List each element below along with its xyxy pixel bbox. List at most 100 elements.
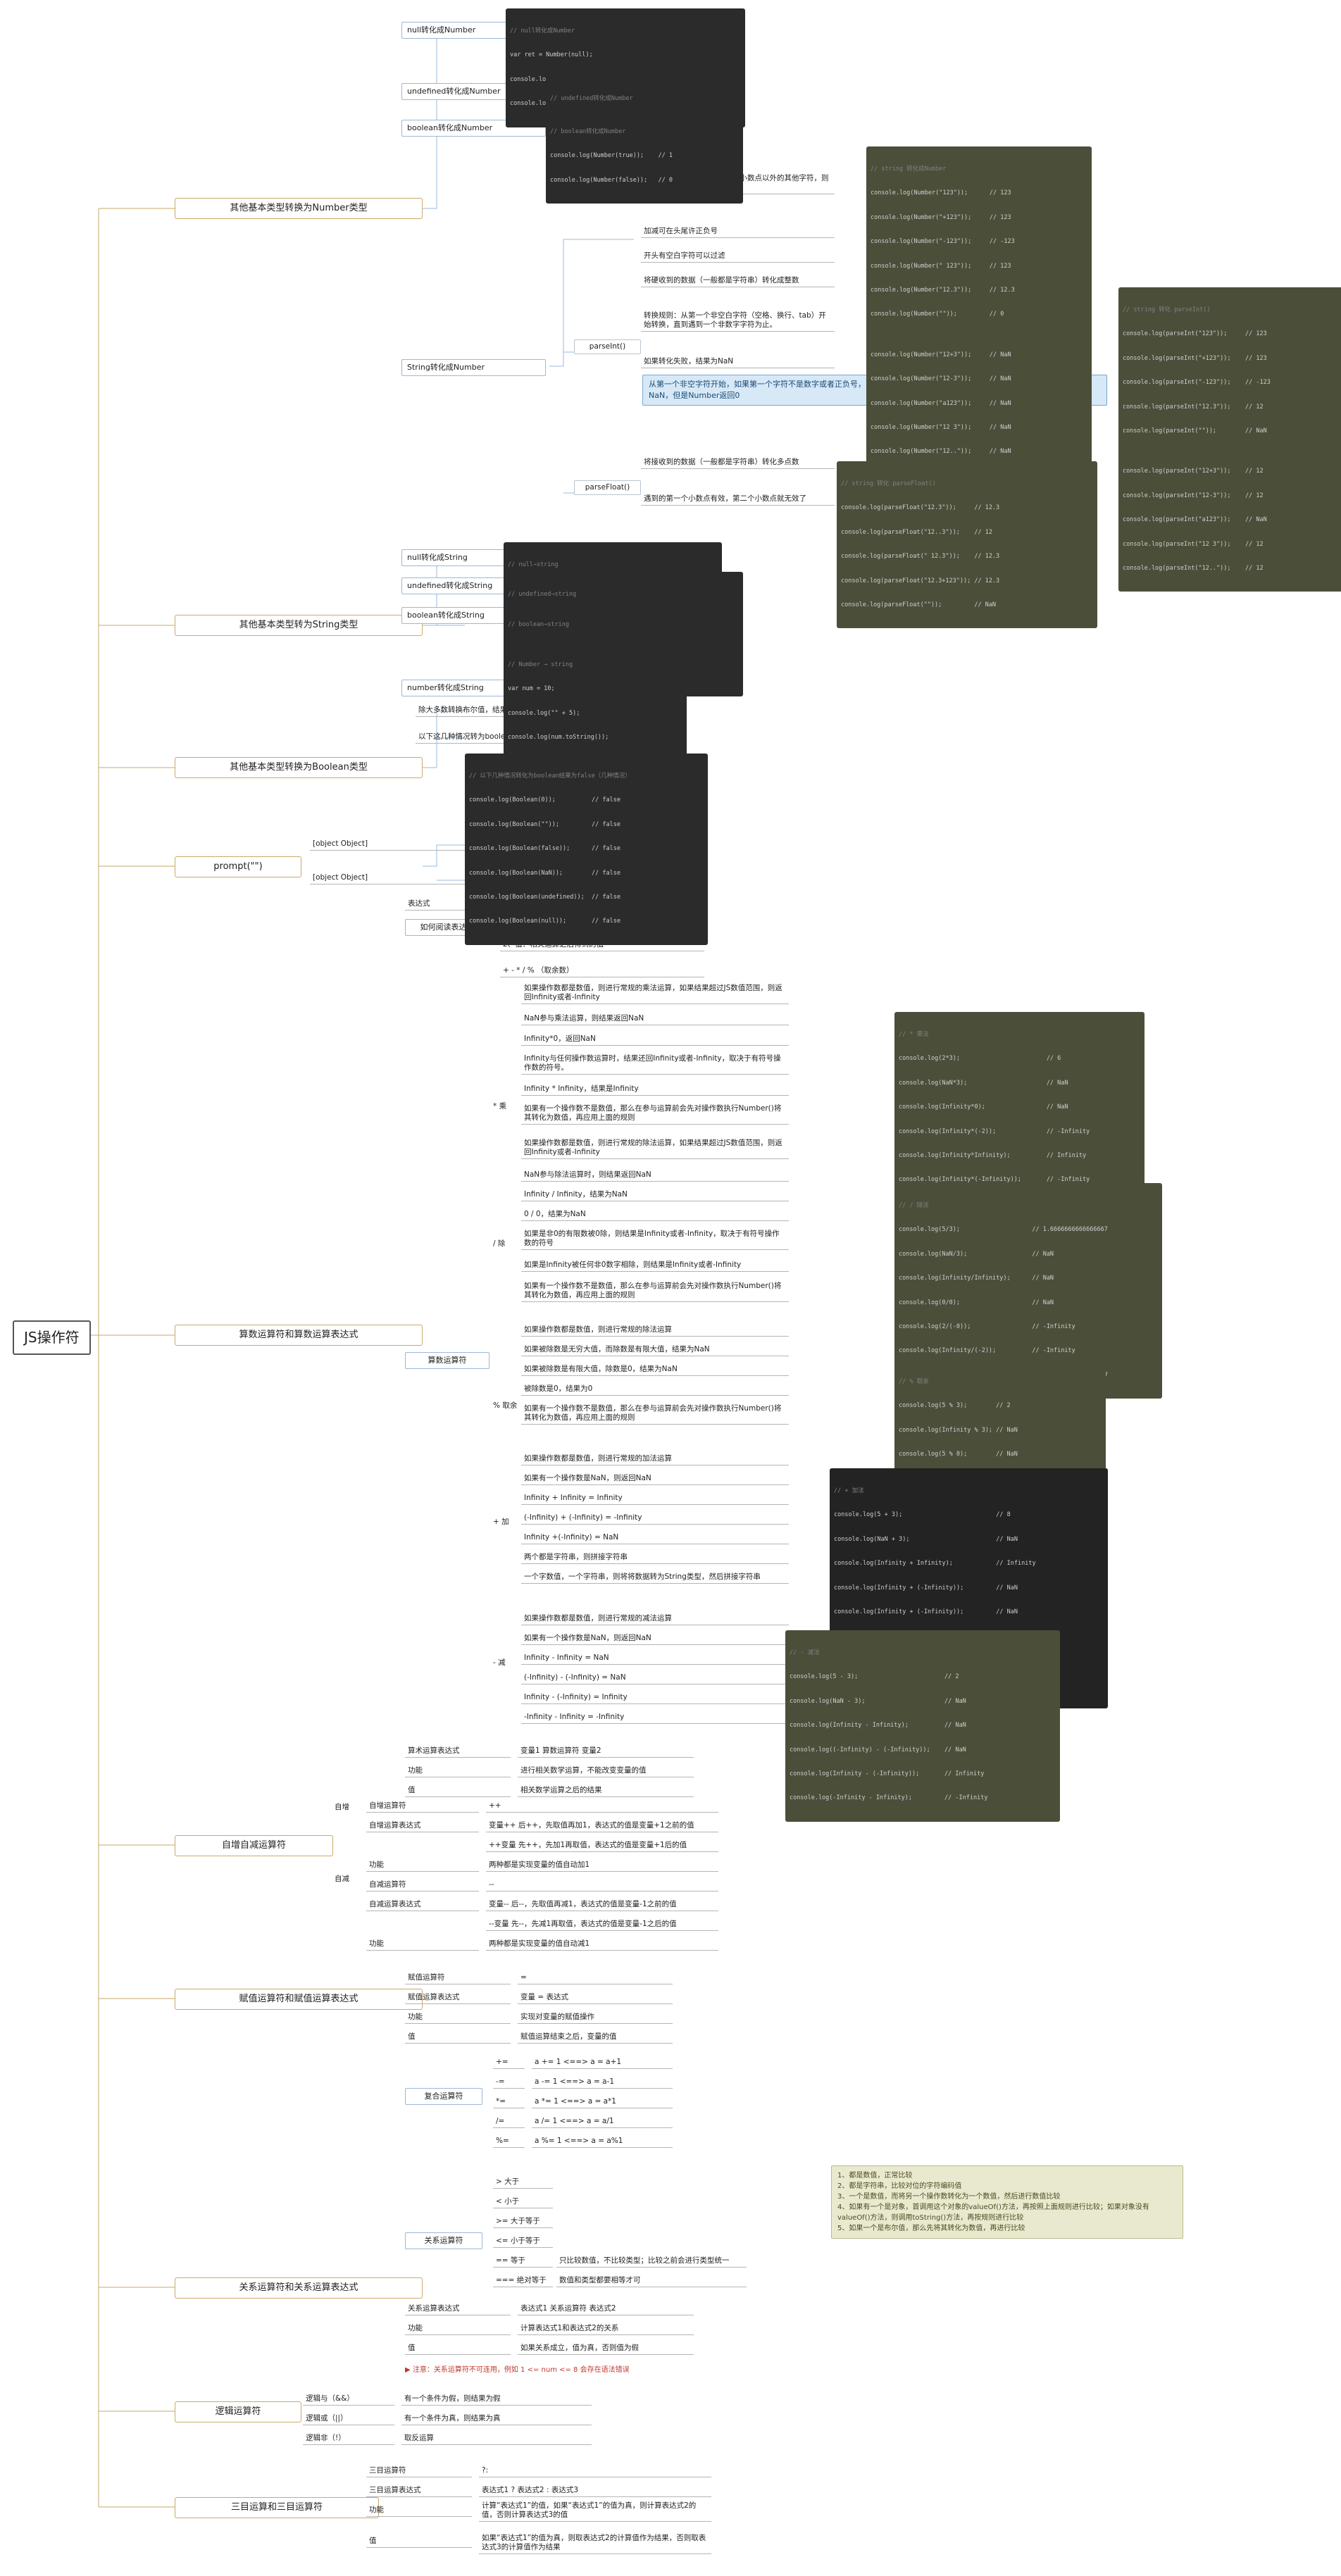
branch-incdec[interactable]: 自增自减运算符 — [175, 1835, 333, 1857]
rule-div-0: 如果操作数都是数值，则进行常规的除法运算，如果结果超过JS数值范围，则返回Inf… — [521, 1137, 789, 1160]
incdec-v-4: -- — [486, 1879, 718, 1892]
incdec-k-5: 自减运算表达式 — [366, 1899, 479, 1912]
code-line: console.log(Infinity*Infinity); // Infin… — [899, 1151, 1087, 1159]
node-arith-ops[interactable]: 算数运算符 — [405, 1352, 489, 1369]
logic-v-0: 有一个条件为假，则结果为假 — [401, 2393, 592, 2406]
relation-note-3: 4、如果有一个是对象，首调用这个对象的valueOf()方法，再按照上面规则进行… — [837, 2203, 1149, 2222]
rule-sub-4: Infinity - (-Infinity) = Infinity — [521, 1692, 789, 1705]
rel-op-2: >= 大于等于 — [493, 2215, 553, 2229]
code-line: console.log(NaN/3); // NaN — [899, 1250, 1054, 1258]
branch-ternary[interactable]: 三目运算和三目运算符 — [175, 2497, 379, 2519]
node-relation-ops[interactable]: 关系运算符 — [405, 2232, 482, 2249]
code-line: console.log(Number("12-3")); // NaN — [871, 375, 1011, 383]
ternary-v-2: 计算“表达式1”的值，如果“表达式1”的值为真，则计算表达式2的值，否则计算表达… — [479, 2500, 711, 2522]
incdec-v-2: ++变量 先++，先加1再取值，表达式的值是变量+1后的值 — [486, 1839, 718, 1853]
code-line: console.log(Number("123")); // 123 — [871, 189, 1011, 197]
branch-logic[interactable]: 逻辑运算符 — [175, 2401, 301, 2423]
rule-div-1: NaN参与除法运算时，则结果返回NaN — [521, 1169, 789, 1182]
note-parsefloat-2: 遇到的第一个小数点有效，第二个小数点就无效了 — [641, 493, 835, 506]
branch-string[interactable]: 其他基本类型转为String类型 — [175, 615, 423, 637]
code-line: console.log(5 % 3); // 2 — [899, 1402, 1011, 1410]
node-compound-ops[interactable]: 复合运算符 — [405, 2088, 482, 2105]
relation-note-2: 3、一个是数值，而将另一个操作数转化为一个数值，然后进行数值比较 — [837, 2193, 1061, 2201]
assign-k-1: 赋值运算表达式 — [405, 1992, 511, 2005]
code-line: console.log(Boolean(NaN)); // false — [469, 869, 620, 877]
branch-boolean[interactable]: 其他基本类型转换为Boolean类型 — [175, 757, 423, 779]
code-line: console.log(-Infinity - Infinity); // -I… — [790, 1794, 988, 1802]
relation-note-0: 1、都是数值，正常比较 — [837, 2172, 913, 2180]
node-parsefloat-fn[interactable]: parseFloat() — [574, 480, 641, 496]
code-title-string-number: // string 转化成Number — [871, 165, 947, 173]
code-line: console.log(NaN + 3); // NaN — [834, 1535, 1018, 1543]
arith-summary-v-2: 相关数学运算之后的结果 — [518, 1784, 694, 1798]
code-line: console.log(parseInt("12 3")); // 12 — [1123, 540, 1264, 548]
ternary-k-0: 三目运算符 — [366, 2465, 472, 2478]
code-line: console.log(5 % 0); // NaN — [899, 1451, 1018, 1458]
rel-op-5: === 绝对等于 — [493, 2275, 553, 2288]
arith-summary-k-1: 功能 — [405, 1765, 511, 1778]
node-parseint-fn[interactable]: parseInt() — [574, 339, 641, 355]
rule-mod-3: 被除数是0，结果为0 — [521, 1383, 789, 1396]
rule-sub-0: 如果操作数都是数值，则进行常规的减法运算 — [521, 1613, 789, 1626]
rel-expr-k-2: 值 — [405, 2342, 511, 2356]
code-line: console.log(Number("12+3")); // NaN — [871, 351, 1011, 358]
code-title-boolean: // 以下几种情况转化为boolean结果为false（几种情况） — [469, 772, 631, 780]
node-string-to-number[interactable]: String转化成Number — [401, 359, 546, 376]
rel-expr-v-0: 表达式1 关系运算符 表达式2 — [518, 2303, 694, 2316]
incdec-v-7: 两种都是实现变量的值自动减1 — [486, 1938, 718, 1951]
branch-relation[interactable]: 关系运算符和关系运算表达式 — [175, 2277, 423, 2299]
rel-expr-v-1: 计算表达式1和表达式2的关系 — [518, 2322, 694, 2336]
rule-div-6: 如果有一个操作数不是数值，那么在参与运算前会先对操作数执行Number()将其转… — [521, 1280, 789, 1303]
code-title-div: // / 除法 — [899, 1201, 929, 1209]
rule-mul-2: Infinity*0，返回NaN — [521, 1033, 789, 1046]
branch-number[interactable]: 其他基本类型转换为Number类型 — [175, 198, 423, 220]
rule-add-2: Infinity + Infinity = Infinity — [521, 1492, 789, 1506]
code-line: console.log(Number("a123")); // NaN — [871, 399, 1011, 407]
code-line: console.log(Infinity*0); // NaN — [899, 1103, 1068, 1111]
logic-k-1: 逻辑或（||） — [303, 2413, 394, 2426]
note-parsefloat-1: 将接收到的数据（一般都是字符串）转化多点数 — [641, 456, 835, 470]
code-line: console.log(parseFloat(" 12.3")); // 12.… — [841, 553, 1000, 561]
rel-expr-k-0: 关系运算表达式 — [405, 2303, 511, 2316]
code-line: var num = 10; — [508, 685, 555, 693]
code-line: console.log(Number(true)); // 1 — [550, 152, 673, 160]
rule-add-4: Infinity +(-Infinity) = NaN — [521, 1532, 789, 1545]
code-line: console.log(parseInt("12+3")); // 12 — [1123, 468, 1264, 475]
node-arith-group-top: + - * / % （取余数） — [500, 965, 704, 978]
code-line: console.log(parseInt("12..")); // 12 — [1123, 564, 1264, 572]
branch-assign[interactable]: 赋值运算符和赋值运算表达式 — [175, 1989, 423, 2011]
code-line: console.log(5 + 3); // 8 — [834, 1511, 1011, 1519]
rule-mod-1: 如果被除数是无穷大值，而除数是有限大值，结果为NaN — [521, 1344, 789, 1357]
incdec-v-3: 两种都是实现变量的值自动加1 — [486, 1859, 718, 1872]
label-div: / 除 — [493, 1239, 506, 1248]
code-line: console.log(Infinity + (-Infinity)); // … — [834, 1584, 1018, 1592]
relation-warning: ▶ 注意：关系运算符不可连用，例如 1 <= num <= 8 会存在语法错误 — [405, 2366, 630, 2374]
rule-mod-4: 如果有一个操作数不是数值，那么在参与运算前会先对操作数执行Number()将其转… — [521, 1403, 789, 1425]
rule-mul-0: 如果操作数都是数值，则进行常规的乘法运算，如果结果超过JS数值范围，则返回Inf… — [521, 982, 789, 1005]
rule-mod-2: 如果被除数是有限大值，除数是0，结果为NaN — [521, 1363, 789, 1377]
rel-note-5: 数值和类型都要相等才可 — [556, 2275, 747, 2288]
code-line: console.log(Boolean(0)); // false — [469, 796, 620, 804]
compound-op-3: /= — [493, 2115, 525, 2129]
code-boolean-false-cases: // 以下几种情况转化为boolean结果为false（几种情况） consol… — [465, 754, 708, 945]
relation-note-4: 5、如果一个是布尔值，那么先将其转化为数值，再进行比较 — [837, 2225, 1025, 2232]
code-subtract: // - 减法 console.log(5 - 3); // 2 console… — [785, 1630, 1060, 1822]
rule-sub-2: Infinity - Infinity = NaN — [521, 1652, 789, 1665]
compound-mean-1: a -= 1 <==> a = a-1 — [532, 2076, 673, 2089]
branch-prompt[interactable]: prompt("") — [175, 856, 301, 878]
compound-mean-3: a /= 1 <==> a = a/1 — [532, 2115, 673, 2129]
code-line: console.log("" + 5); — [508, 709, 580, 717]
code-line: console.log(parseFloat("12.3+123")); // … — [841, 577, 1000, 584]
branch-arith[interactable]: 算数运算符和算数运算表达式 — [175, 1325, 423, 1346]
code-title-mul: // * 乘法 — [899, 1030, 929, 1038]
code-line: console.log(Infinity/(-2)); // -Infinity — [899, 1347, 1075, 1355]
code-line: console.log(parseInt("-123")); // -123 — [1123, 379, 1271, 387]
compound-mean-4: a %= 1 <==> a = a%1 — [532, 2135, 673, 2149]
code-line: console.log(NaN - 3); // NaN — [790, 1697, 966, 1705]
assign-k-0: 赋值运算符 — [405, 1972, 511, 1985]
arith-summary-k-0: 算术运算表达式 — [405, 1745, 511, 1758]
incdec-k-4: 自减运算符 — [366, 1879, 479, 1892]
code-line: console.log(Number("")); // 0 — [871, 311, 1004, 318]
code-line: console.log(parseFloat("12.3")); // 12.3 — [841, 504, 1000, 512]
code-title-parseint: // string 转化 parseInt() — [1123, 306, 1211, 313]
